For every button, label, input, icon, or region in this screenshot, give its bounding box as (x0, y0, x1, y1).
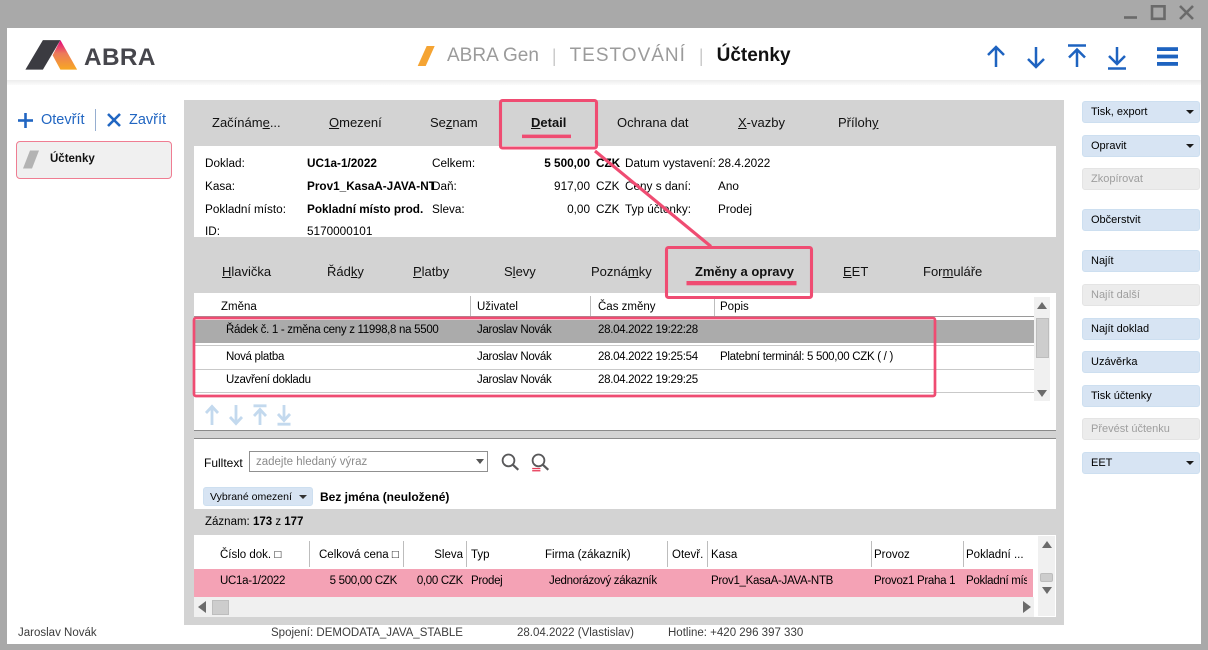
svg-text:ABRA: ABRA (84, 44, 156, 70)
